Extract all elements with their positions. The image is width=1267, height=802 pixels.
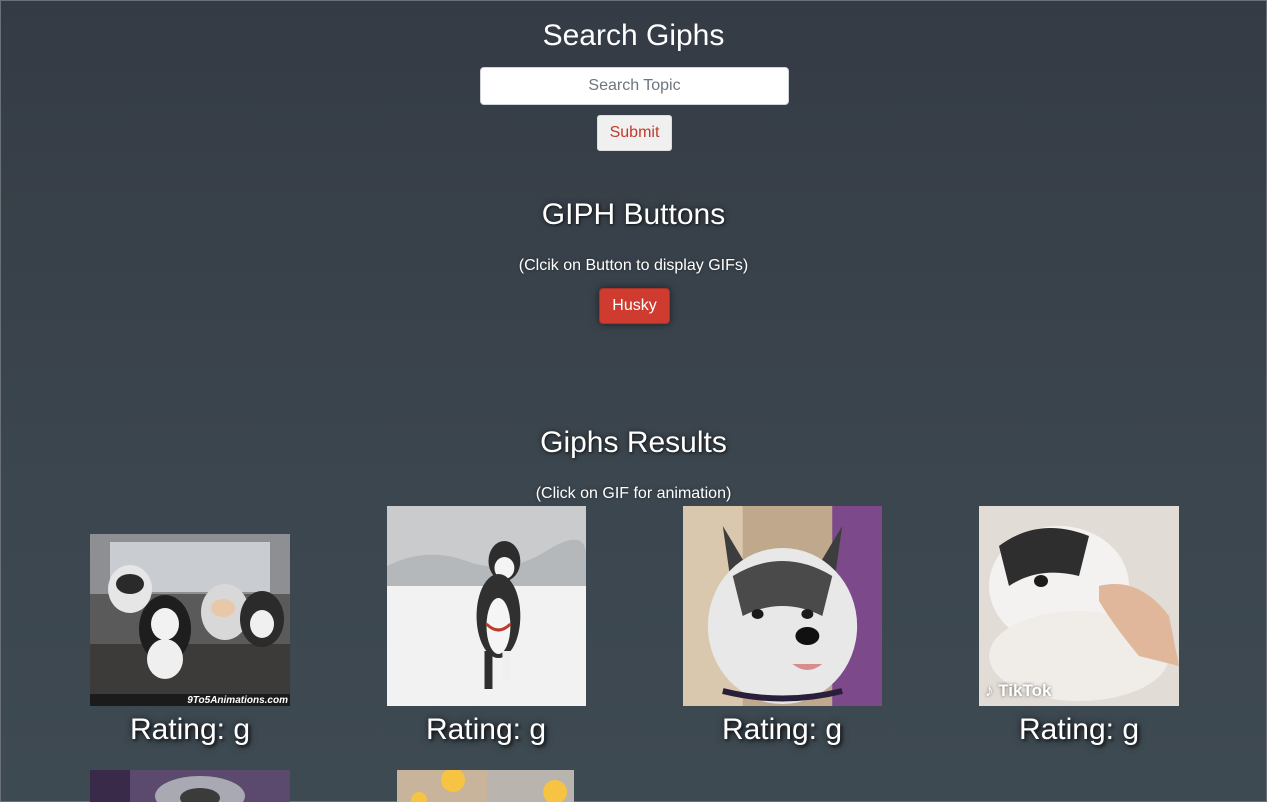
gif-thumbnail-row2-1[interactable] bbox=[90, 770, 290, 802]
gif-thumbnail-puppies[interactable]: 9To5Animations.com bbox=[90, 534, 290, 706]
gif-rating: Rating: g bbox=[721, 713, 843, 746]
watermark-9to5: 9To5Animations.com bbox=[187, 695, 288, 706]
watermark-tiktok: ♪ TikTok bbox=[985, 681, 1051, 701]
topic-button-husky[interactable]: Husky bbox=[599, 288, 670, 324]
submit-button[interactable]: Submit bbox=[597, 115, 672, 151]
emoji-partial-image bbox=[397, 770, 574, 802]
page-title: Search Giphs bbox=[542, 19, 725, 52]
gif-thumbnail-row2-2[interactable] bbox=[397, 770, 574, 802]
husky-snow-image bbox=[387, 506, 586, 706]
tiktok-icon: ♪ bbox=[985, 681, 994, 700]
husky-face-image bbox=[683, 506, 882, 706]
giph-buttons-hint: (Clcik on Button to display GIFs) bbox=[518, 257, 749, 274]
watermark-tiktok-label: TikTok bbox=[998, 681, 1052, 700]
gif-thumbnail-lying[interactable]: ♪ TikTok bbox=[979, 506, 1179, 706]
giphs-results-title: Giphs Results bbox=[540, 426, 727, 459]
gif-thumbnail-face[interactable] bbox=[683, 506, 882, 706]
giphs-results-hint: (Click on GIF for animation) bbox=[535, 485, 732, 502]
gif-rating: Rating: g bbox=[425, 713, 547, 746]
husky-partial-image bbox=[90, 770, 290, 802]
giph-buttons-title: GIPH Buttons bbox=[541, 198, 726, 231]
search-input[interactable] bbox=[480, 67, 789, 105]
husky-lying-image bbox=[979, 506, 1179, 706]
gif-thumbnail-snow[interactable] bbox=[387, 506, 586, 706]
husky-puppies-image bbox=[90, 534, 290, 706]
gif-rating: Rating: g bbox=[1018, 713, 1140, 746]
gif-rating: Rating: g bbox=[129, 713, 251, 746]
